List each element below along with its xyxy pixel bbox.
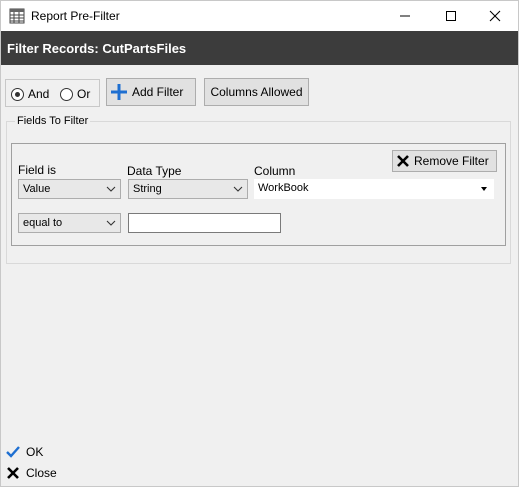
dropdown-arrow-icon <box>476 180 492 198</box>
close-button[interactable]: Close <box>6 466 57 480</box>
column-select[interactable]: WorkBook <box>254 179 494 199</box>
fields-to-filter-legend: Fields To Filter <box>15 115 91 127</box>
operator-value: equal to <box>23 217 63 229</box>
or-radio[interactable]: Or <box>60 87 90 101</box>
operator-select[interactable]: equal to <box>18 213 121 233</box>
field-is-select[interactable]: Value <box>18 179 121 199</box>
maximize-button[interactable] <box>428 1 474 31</box>
fields-to-filter-group: Fields To Filter Remove Filter Field is … <box>6 115 511 264</box>
columns-allowed-label: Columns Allowed <box>210 85 303 99</box>
window-title: Report Pre-Filter <box>31 9 120 23</box>
remove-filter-button[interactable]: Remove Filter <box>392 150 497 172</box>
column-value: WorkBook <box>258 182 309 194</box>
maximize-icon <box>446 11 456 21</box>
remove-filter-label: Remove Filter <box>414 154 489 168</box>
table-icon <box>9 8 25 24</box>
page-title: Filter Records: CutPartsFiles <box>1 31 518 65</box>
data-type-value: String <box>133 183 162 195</box>
chevron-down-icon <box>106 186 116 192</box>
field-is-value: Value <box>23 183 51 195</box>
add-filter-button[interactable]: Add Filter <box>106 78 196 106</box>
or-radio-label: Or <box>77 87 91 101</box>
filter-row-panel: Remove Filter Field is Data Type Column … <box>11 143 506 246</box>
add-filter-label: Add Filter <box>132 85 184 99</box>
radio-unchecked-icon <box>60 87 73 101</box>
logic-radio-group: And Or <box>5 79 100 107</box>
title-bar: Report Pre-Filter <box>1 1 518 31</box>
close-x-icon <box>7 467 19 479</box>
data-type-select[interactable]: String <box>128 179 248 199</box>
close-icon <box>489 10 501 22</box>
columns-allowed-button[interactable]: Columns Allowed <box>204 78 309 106</box>
chevron-down-icon <box>106 220 116 226</box>
criteria-input[interactable] <box>128 213 281 233</box>
plus-icon <box>111 84 127 100</box>
chevron-down-icon <box>233 186 243 192</box>
checkmark-icon <box>6 446 20 458</box>
and-radio-label: And <box>28 87 50 101</box>
report-prefilter-window: Report Pre-Filter Filter Records: CutPar… <box>0 0 519 487</box>
data-type-label: Data Type <box>127 164 182 178</box>
close-label: Close <box>26 466 57 480</box>
remove-x-icon <box>397 155 409 167</box>
radio-checked-icon <box>11 87 24 101</box>
ok-button[interactable]: OK <box>6 445 43 459</box>
field-is-label: Field is <box>18 163 57 177</box>
minimize-icon <box>400 15 410 17</box>
and-radio[interactable]: And <box>11 87 49 101</box>
ok-label: OK <box>26 445 44 459</box>
minimize-button[interactable] <box>382 1 428 31</box>
close-window-button[interactable] <box>472 1 518 31</box>
column-label: Column <box>254 164 296 178</box>
